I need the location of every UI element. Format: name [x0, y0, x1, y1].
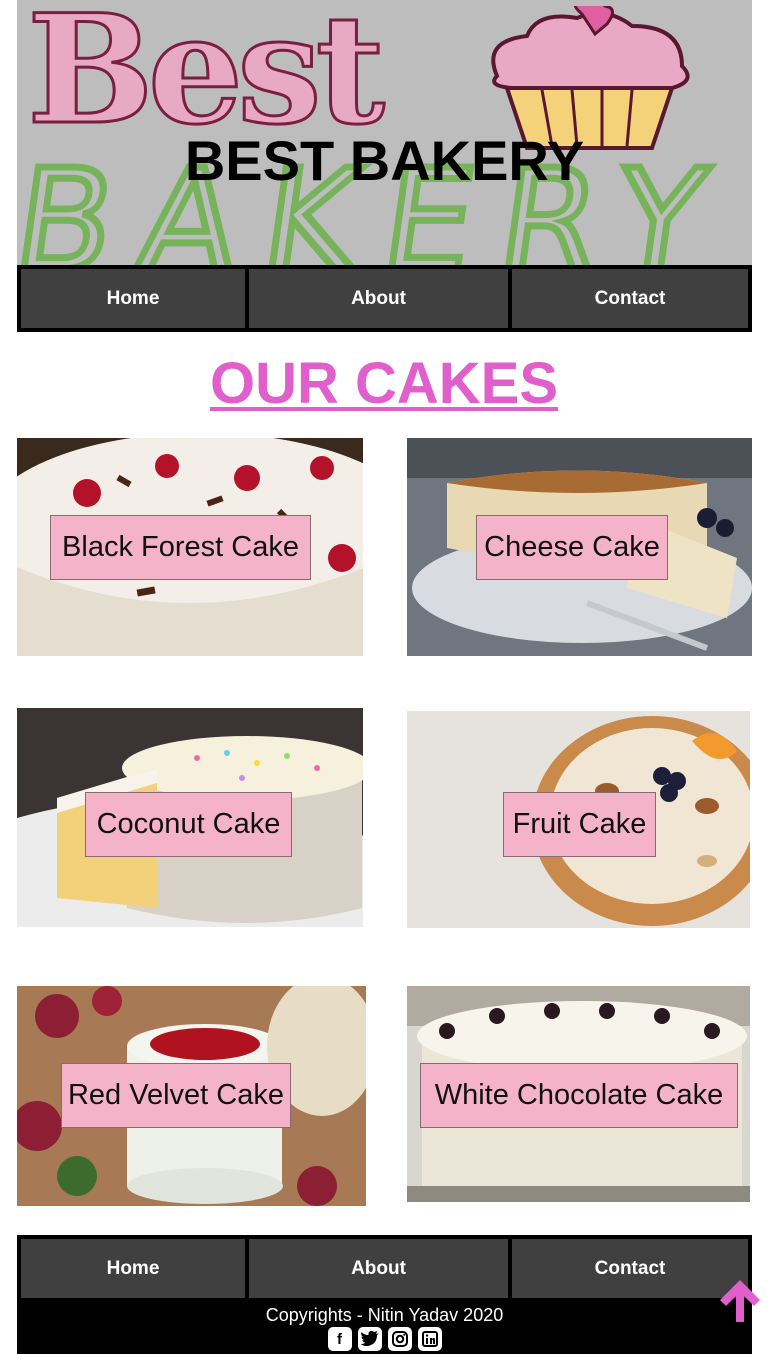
cake-label: Coconut Cake — [85, 792, 292, 857]
nav-home-link[interactable]: Home — [19, 267, 247, 330]
footer: Copyrights - Nitin Yadav 2020 f — [17, 1302, 752, 1354]
top-navigation: Home About Contact — [17, 265, 752, 332]
copyright-text: Copyrights - Nitin Yadav 2020 — [265, 1305, 504, 1325]
cake-card-white-chocolate[interactable]: White Chocolate Cake — [407, 986, 750, 1202]
footer-nav-contact-link[interactable]: Contact — [510, 1237, 750, 1300]
cake-card-coconut[interactable]: Coconut Cake — [17, 708, 363, 927]
nav-about-link[interactable]: About — [247, 267, 510, 330]
bottom-navigation: Home About Contact — [17, 1235, 752, 1302]
cake-card-fruit[interactable]: Fruit Cake — [407, 711, 750, 928]
back-to-top-arrow-icon[interactable] — [716, 1276, 764, 1326]
cake-card-red-velvet[interactable]: Red Velvet Cake — [17, 986, 366, 1206]
site-title: BEST BAKERY — [184, 129, 585, 192]
footer-nav-about-link[interactable]: About — [247, 1237, 510, 1300]
section-heading: OUR CAKES — [209, 351, 559, 416]
cake-label: Red Velvet Cake — [61, 1063, 291, 1128]
cake-card-cheese[interactable]: Cheese Cake — [407, 438, 752, 656]
facebook-icon[interactable]: f — [327, 1327, 352, 1351]
cake-label: Cheese Cake — [476, 515, 668, 580]
social-links: f — [17, 1327, 752, 1351]
twitter-icon[interactable] — [357, 1327, 382, 1351]
header-banner: Best BAKERY BEST BAKERY — [17, 0, 752, 265]
section-heading-wrapper: OUR CAKES — [0, 350, 768, 417]
cake-label: Fruit Cake — [503, 792, 656, 857]
cake-card-black-forest[interactable]: Black Forest Cake — [17, 438, 363, 656]
nav-contact-link[interactable]: Contact — [510, 267, 750, 330]
instagram-icon[interactable] — [387, 1327, 412, 1351]
cake-label: Black Forest Cake — [50, 515, 311, 580]
linkedin-icon[interactable] — [417, 1327, 442, 1351]
cake-label: White Chocolate Cake — [420, 1063, 738, 1128]
footer-nav-home-link[interactable]: Home — [19, 1237, 247, 1300]
